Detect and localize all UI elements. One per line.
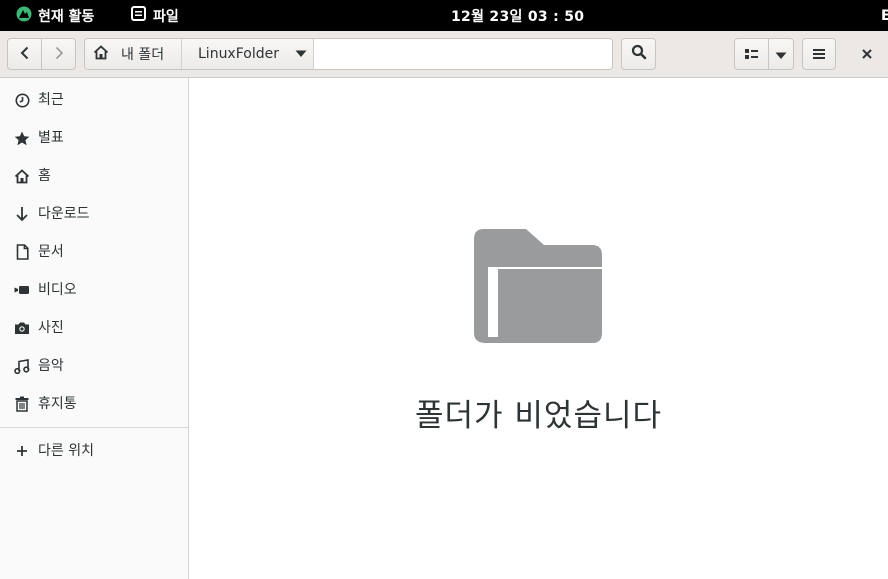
sidebar-item-label: 홈 — [38, 168, 51, 184]
path-home-label: 내 폴더 — [121, 47, 165, 63]
video-icon — [14, 282, 30, 298]
sidebar-item-recent[interactable]: 최근 — [0, 82, 188, 118]
sidebar-item-downloads[interactable]: 다운로드 — [0, 196, 188, 232]
app-menu-label: 파일 — [153, 8, 179, 25]
files-app-icon — [131, 6, 146, 25]
top-bar: 현재 활동 파일 12월 23일 03 : 50 E — [0, 0, 888, 31]
close-icon — [861, 45, 873, 64]
sidebar-item-label: 휴지통 — [38, 396, 77, 412]
caret-down-icon — [775, 45, 787, 64]
path-home-button[interactable]: 내 폴더 — [85, 39, 182, 69]
music-icon — [14, 358, 30, 374]
sidebar-item-trash[interactable]: 휴지통 — [0, 386, 188, 422]
sidebar-item-label: 다른 위치 — [38, 443, 94, 459]
sidebar-item-label: 사진 — [38, 320, 64, 336]
sidebar-item-documents[interactable]: 문서 — [0, 234, 188, 270]
sidebar-item-label: 문서 — [38, 244, 64, 260]
sidebar-divider — [0, 427, 188, 428]
path-current-label: LinuxFolder — [198, 46, 279, 62]
sidebar-item-videos[interactable]: 비디오 — [0, 272, 188, 308]
sidebar-item-music[interactable]: 음악 — [0, 348, 188, 384]
sidebar-item-pictures[interactable]: 사진 — [0, 310, 188, 346]
file-view[interactable]: 폴더가 비었습니다 — [189, 78, 888, 579]
home-icon — [93, 44, 109, 64]
search-icon — [631, 44, 647, 64]
system-menu-indicator[interactable]: E — [881, 0, 888, 31]
camera-icon — [14, 320, 30, 336]
back-button[interactable] — [7, 38, 42, 70]
view-toggle-button[interactable] — [734, 38, 769, 70]
plus-icon — [14, 443, 30, 459]
sidebar-item-label: 비디오 — [38, 282, 77, 298]
header-bar: 내 폴더 LinuxFolder — [0, 31, 888, 78]
document-icon — [14, 244, 30, 260]
sidebar-item-starred[interactable]: 별표 — [0, 120, 188, 156]
app-menu-button[interactable]: 파일 — [131, 0, 179, 31]
activities-button[interactable]: 현재 활동 — [16, 0, 94, 31]
home-icon — [14, 168, 30, 184]
path-bar-empty-area — [314, 39, 612, 69]
sidebar-item-label: 음악 — [38, 358, 64, 374]
folder-icon — [474, 229, 606, 343]
activities-icon — [16, 6, 32, 26]
sidebar-item-label: 별표 — [38, 130, 64, 146]
empty-folder-message: 폴더가 비었습니다 — [414, 398, 662, 434]
sidebar-item-label: 최근 — [38, 92, 64, 108]
clock[interactable]: 12월 23일 03 : 50 — [451, 0, 584, 31]
main-menu-button[interactable] — [802, 38, 836, 70]
chevron-left-icon — [19, 45, 31, 64]
search-button[interactable] — [621, 38, 656, 70]
chevron-right-icon — [53, 45, 65, 64]
sidebar-item-home[interactable]: 홈 — [0, 158, 188, 194]
sidebar-item-label: 다운로드 — [38, 206, 90, 222]
path-bar: 내 폴더 LinuxFolder — [84, 38, 613, 70]
download-icon — [14, 206, 30, 222]
places-sidebar: 최근 별표 홈 다운로드 문서 비디오 사진 음악 휴지통 다른 위치 — [0, 78, 189, 579]
list-view-icon — [744, 45, 759, 64]
forward-button[interactable] — [41, 38, 76, 70]
close-window-button[interactable] — [853, 38, 881, 70]
star-icon — [14, 130, 30, 146]
caret-down-icon — [295, 46, 307, 62]
view-options-button[interactable] — [768, 38, 794, 70]
clock-icon — [14, 92, 30, 108]
path-current-button[interactable]: LinuxFolder — [182, 39, 314, 69]
activities-label: 현재 활동 — [38, 8, 95, 25]
hamburger-menu-icon — [812, 45, 826, 64]
trash-icon — [14, 396, 30, 412]
sidebar-item-other-locations[interactable]: 다른 위치 — [0, 433, 188, 469]
